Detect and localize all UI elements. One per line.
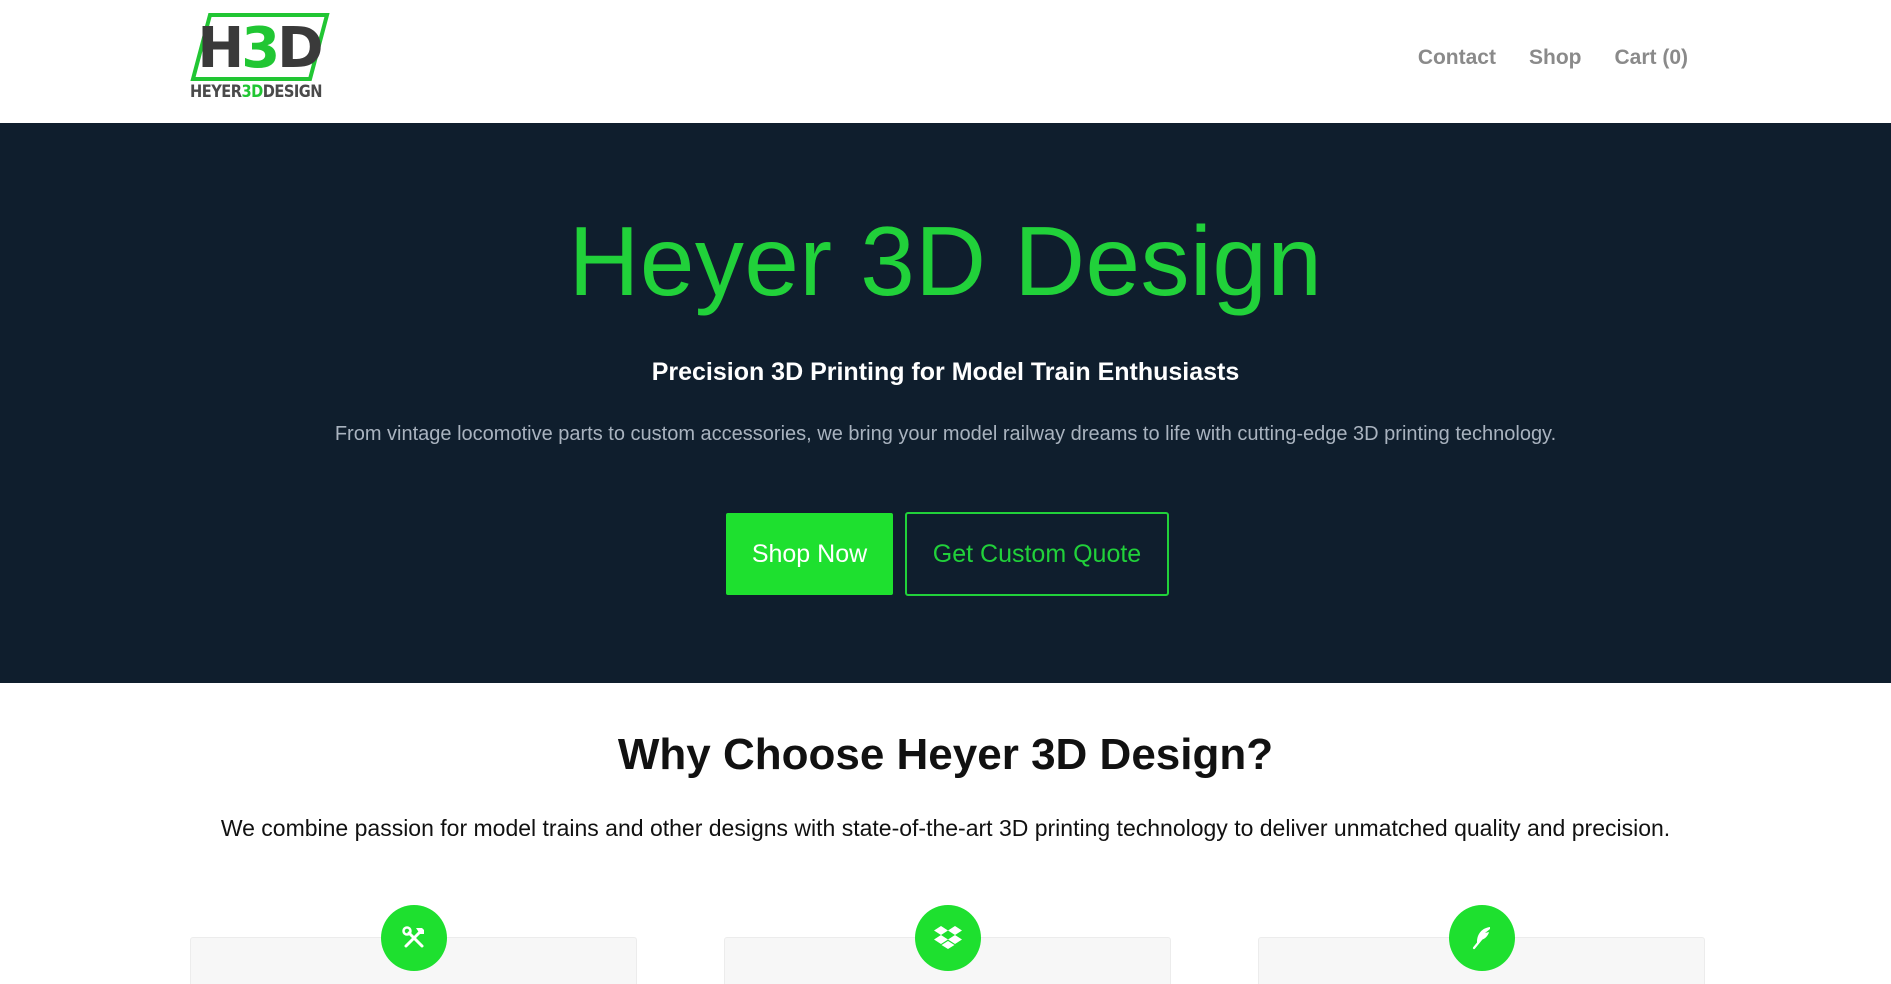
logo-wordmark: HEYER3DDESIGN: [190, 82, 323, 102]
features-description: We combine passion for model trains and …: [220, 815, 1671, 841]
main-nav: Contact Shop Cart (0): [1418, 46, 1688, 70]
nav-shop-link[interactable]: Shop: [1529, 46, 1582, 70]
dropbox-icon: [915, 905, 981, 971]
get-custom-quote-button[interactable]: Get Custom Quote: [905, 512, 1169, 596]
features-title: Why Choose Heyer 3D Design?: [617, 730, 1274, 779]
logo-monogram-icon: H3D: [190, 13, 330, 81]
site-logo[interactable]: H3D HEYER3DDESIGN: [190, 12, 330, 108]
hero-subtitle: Precision 3D Printing for Model Train En…: [651, 358, 1240, 386]
shop-now-button[interactable]: Shop Now: [726, 513, 893, 595]
hero-section: Heyer 3D Design Precision 3D Printing fo…: [0, 123, 1891, 683]
feather-icon: [1449, 905, 1515, 971]
hero-description: From vintage locomotive parts to custom …: [334, 423, 1557, 445]
svg-text:H3D: H3D: [197, 16, 321, 81]
hero-title: Heyer 3D Design: [568, 206, 1323, 316]
tools-icon: [381, 905, 447, 971]
site-header: H3D HEYER3DDESIGN Contact Shop Cart (0): [0, 0, 1891, 123]
nav-contact-link[interactable]: Contact: [1418, 46, 1496, 70]
nav-cart-link[interactable]: Cart (0): [1614, 46, 1688, 70]
